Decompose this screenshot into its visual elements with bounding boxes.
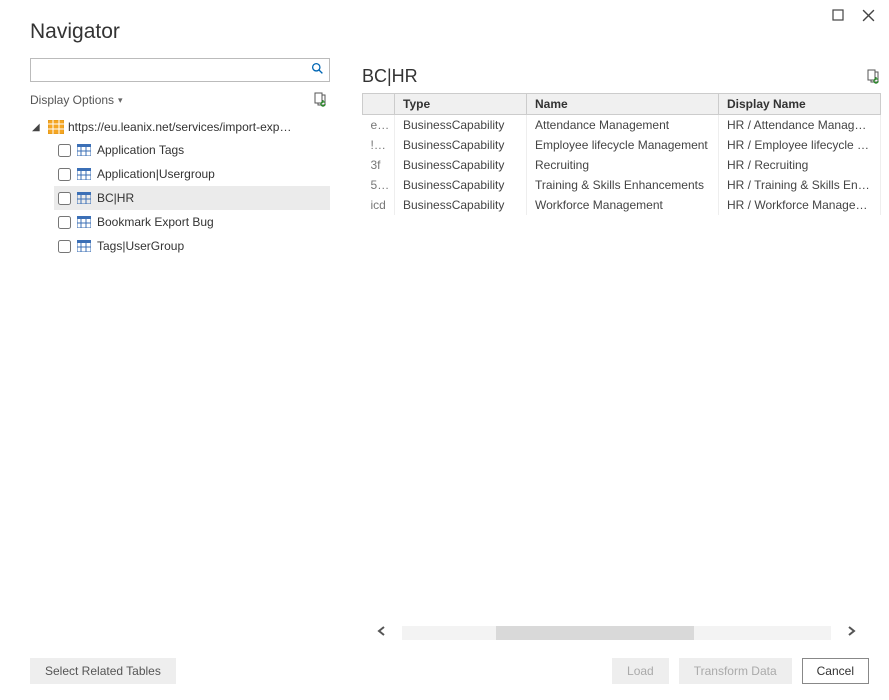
tree-item-checkbox[interactable] <box>58 240 71 253</box>
page-title: Navigator <box>0 0 889 58</box>
table-row[interactable]: efcBusinessCapabilityAttendance Manageme… <box>363 115 881 136</box>
table-row[interactable]: icdBusinessCapabilityWorkforce Managemen… <box>363 195 881 215</box>
table-cell: HR / Attendance Management <box>719 115 881 136</box>
table-cell: 537 <box>363 175 395 195</box>
table-row[interactable]: !11BusinessCapabilityEmployee lifecycle … <box>363 135 881 155</box>
tree-item[interactable]: Application|Usergroup <box>54 162 330 186</box>
preview-title: BC|HR <box>362 66 418 87</box>
tree-item[interactable]: Tags|UserGroup <box>54 234 330 258</box>
scroll-track[interactable] <box>402 626 831 640</box>
table-cell: BusinessCapability <box>395 195 527 215</box>
scroll-thumb[interactable] <box>496 626 693 640</box>
table-cell: Recruiting <box>527 155 719 175</box>
table-icon <box>77 240 91 252</box>
scroll-right-icon[interactable] <box>831 624 871 642</box>
tree-item[interactable]: Bookmark Export Bug <box>54 210 330 234</box>
table-cell: Workforce Management <box>527 195 719 215</box>
tree-item-label: Tags|UserGroup <box>97 239 184 253</box>
tree-item-checkbox[interactable] <box>58 216 71 229</box>
transform-data-button[interactable]: Transform Data <box>679 658 792 684</box>
horizontal-scrollbar[interactable] <box>362 623 881 643</box>
search-input[interactable] <box>30 58 330 82</box>
table-cell: icd <box>363 195 395 215</box>
table-icon <box>77 168 91 180</box>
table-row[interactable]: 3fBusinessCapabilityRecruitingHR / Recru… <box>363 155 881 175</box>
tree-root-label: https://eu.leanix.net/services/import-ex… <box>68 120 298 134</box>
col-header-id[interactable] <box>363 94 395 115</box>
table-cell: BusinessCapability <box>395 115 527 136</box>
cancel-button[interactable]: Cancel <box>802 658 869 684</box>
table-icon <box>77 216 91 228</box>
tree-item-label: Bookmark Export Bug <box>97 215 214 229</box>
tree-item-label: BC|HR <box>97 191 134 205</box>
tree-item-label: Application|Usergroup <box>97 167 215 181</box>
load-button[interactable]: Load <box>612 658 669 684</box>
col-header-type[interactable]: Type <box>395 94 527 115</box>
table-cell: efc <box>363 115 395 136</box>
tree-root[interactable]: ◢ https://eu.leanix.net/services/import-… <box>30 116 330 138</box>
display-options-label: Display Options <box>30 93 114 107</box>
tree-item-checkbox[interactable] <box>58 192 71 205</box>
table-cell: HR / Employee lifecycle Management <box>719 135 881 155</box>
col-header-display-name[interactable]: Display Name <box>719 94 881 115</box>
table-icon <box>77 144 91 156</box>
tree-item-checkbox[interactable] <box>58 168 71 181</box>
table-row[interactable]: 537BusinessCapabilityTraining & Skills E… <box>363 175 881 195</box>
table-cell: BusinessCapability <box>395 175 527 195</box>
collapse-icon[interactable]: ◢ <box>32 122 44 133</box>
refresh-icon[interactable] <box>312 92 328 108</box>
tree-item-label: Application Tags <box>97 143 184 157</box>
table-cell: Attendance Management <box>527 115 719 136</box>
tree-item[interactable]: Application Tags <box>54 138 330 162</box>
chevron-down-icon: ▾ <box>118 95 123 106</box>
search-icon[interactable] <box>311 62 324 78</box>
table-cell: HR / Training & Skills Enhancements <box>719 175 881 195</box>
table-icon <box>77 192 91 204</box>
table-cell: BusinessCapability <box>395 155 527 175</box>
table-cell: HR / Workforce Management <box>719 195 881 215</box>
preview-refresh-icon[interactable] <box>865 69 881 85</box>
display-options-dropdown[interactable]: Display Options ▾ <box>30 93 123 107</box>
scroll-left-icon[interactable] <box>362 624 402 642</box>
tree-item-checkbox[interactable] <box>58 144 71 157</box>
close-icon[interactable] <box>859 6 877 24</box>
table-cell: HR / Recruiting <box>719 155 881 175</box>
table-cell: !11 <box>363 135 395 155</box>
search-input-wrap <box>30 58 330 82</box>
table-cell: 3f <box>363 155 395 175</box>
table-cell: BusinessCapability <box>395 135 527 155</box>
maximize-icon[interactable] <box>829 6 847 24</box>
select-related-tables-button[interactable]: Select Related Tables <box>30 658 176 684</box>
tree-item[interactable]: BC|HR <box>54 186 330 210</box>
table-cell: Training & Skills Enhancements <box>527 175 719 195</box>
preview-table: Type Name Display Name efcBusinessCapabi… <box>362 93 881 215</box>
datasource-icon <box>48 120 64 134</box>
table-cell: Employee lifecycle Management <box>527 135 719 155</box>
col-header-name[interactable]: Name <box>527 94 719 115</box>
